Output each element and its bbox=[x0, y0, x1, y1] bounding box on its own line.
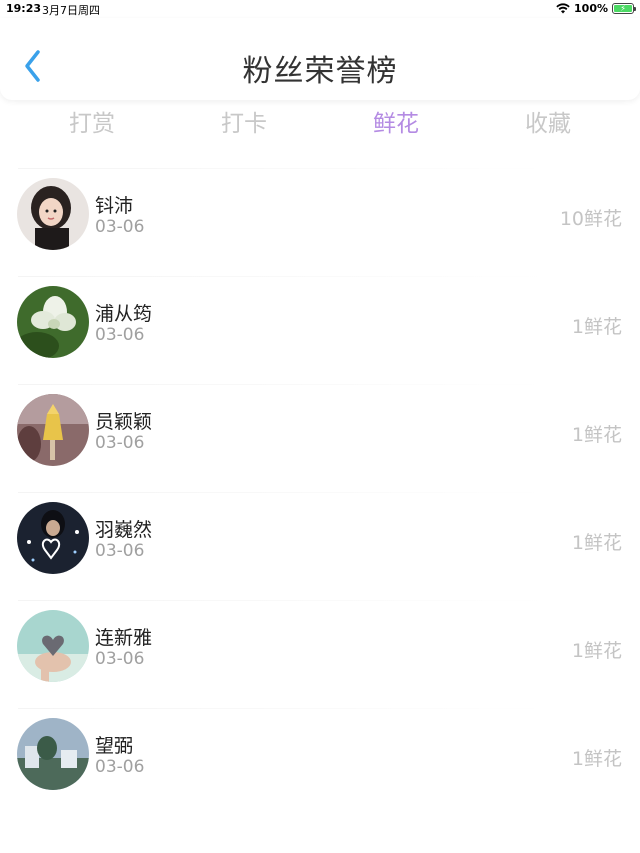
landscape-avatar bbox=[17, 718, 89, 790]
wifi-icon bbox=[556, 3, 570, 14]
tab-flowers[interactable]: 鲜花 bbox=[336, 104, 456, 138]
battery-percent: 100% bbox=[574, 2, 608, 15]
flower-count: 1鲜花 bbox=[571, 640, 622, 662]
avatar[interactable] bbox=[17, 178, 89, 250]
heart-lights-avatar bbox=[17, 502, 89, 574]
fan-name: 员颖颖 bbox=[95, 411, 153, 433]
flower-count: 10鲜花 bbox=[559, 208, 622, 230]
girl-portrait-avatar bbox=[17, 178, 89, 250]
flower-count: 1鲜花 bbox=[571, 532, 622, 554]
list-item[interactable]: 员颖颖 03-06 1鲜花 bbox=[0, 376, 640, 484]
status-date: 3月7日周四 bbox=[42, 4, 100, 17]
list-item[interactable]: 羽巍然 03-06 1鲜花 bbox=[0, 484, 640, 592]
tab-reward[interactable]: 打赏 bbox=[32, 104, 152, 138]
fan-name: 羽巍然 bbox=[95, 519, 153, 541]
row-divider bbox=[18, 384, 550, 385]
row-divider bbox=[18, 276, 550, 277]
status-bar: 19:23 3月7日周四 100% ⚡ bbox=[0, 0, 640, 18]
fan-date: 03-06 bbox=[95, 433, 145, 453]
fan-date: 03-06 bbox=[95, 217, 145, 237]
list-item[interactable]: 连新雅 03-06 1鲜花 bbox=[0, 592, 640, 700]
row-divider bbox=[18, 600, 550, 601]
fan-date: 03-06 bbox=[95, 649, 145, 669]
fan-date: 03-06 bbox=[95, 541, 145, 561]
white-flower-avatar bbox=[17, 286, 89, 358]
tab-favorites[interactable]: 收藏 bbox=[488, 104, 608, 138]
hands-heart-avatar bbox=[17, 610, 89, 682]
fan-name: 钭沛 bbox=[95, 195, 134, 217]
avatar[interactable] bbox=[17, 718, 89, 790]
row-divider bbox=[18, 492, 550, 493]
tab-checkin[interactable]: 打卡 bbox=[184, 104, 304, 138]
fan-date: 03-06 bbox=[95, 325, 145, 345]
avatar[interactable] bbox=[17, 394, 89, 466]
row-divider bbox=[18, 708, 550, 709]
fan-list: 钭沛 03-06 10鲜花 浦从筠 03-06 1鲜花 员颖颖 03-06 1鲜… bbox=[0, 160, 640, 808]
flower-count: 1鲜花 bbox=[571, 316, 622, 338]
tab-bar: 打赏 打卡 鲜花 收藏 bbox=[0, 104, 640, 144]
fan-name: 望弼 bbox=[95, 735, 134, 757]
navbar: 粉丝荣誉榜 bbox=[0, 18, 640, 100]
avatar[interactable] bbox=[17, 286, 89, 358]
fan-date: 03-06 bbox=[95, 757, 145, 777]
row-divider bbox=[18, 168, 550, 169]
list-item[interactable]: 钭沛 03-06 10鲜花 bbox=[0, 160, 640, 268]
avatar[interactable] bbox=[17, 502, 89, 574]
list-item[interactable]: 浦从筠 03-06 1鲜花 bbox=[0, 268, 640, 376]
list-item[interactable]: 望弼 03-06 1鲜花 bbox=[0, 700, 640, 808]
status-time: 19:23 bbox=[6, 2, 42, 15]
flower-count: 1鲜花 bbox=[571, 748, 622, 770]
fan-name: 连新雅 bbox=[95, 627, 153, 649]
battery-charging-icon: ⚡ bbox=[612, 3, 636, 14]
avatar[interactable] bbox=[17, 610, 89, 682]
page-title: 粉丝荣誉榜 bbox=[242, 54, 398, 89]
fan-name: 浦从筠 bbox=[95, 303, 153, 325]
flower-count: 1鲜花 bbox=[571, 424, 622, 446]
ice-cream-avatar bbox=[17, 394, 89, 466]
status-right: 100% ⚡ bbox=[556, 2, 636, 15]
